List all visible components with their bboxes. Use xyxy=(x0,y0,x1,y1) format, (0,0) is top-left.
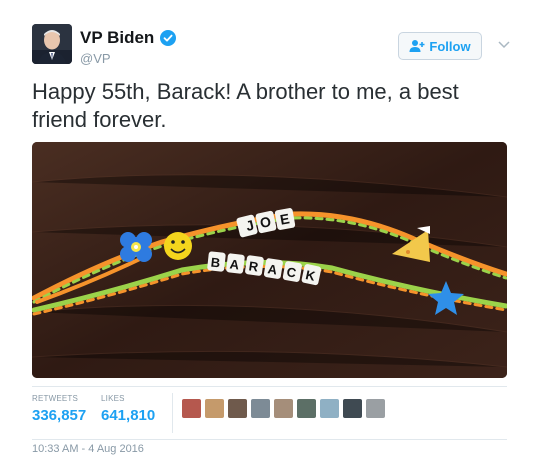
profile-photo xyxy=(32,24,72,64)
liker-avatar[interactable] xyxy=(343,399,362,418)
liker-avatar[interactable] xyxy=(366,399,385,418)
tweet-stats: RETWEETS 336,857 LIKES 641,810 xyxy=(32,386,507,440)
retweets-stat[interactable]: RETWEETS 336,857 xyxy=(32,394,86,424)
follow-button[interactable]: Follow xyxy=(398,32,482,60)
tweet-photo[interactable]: J O E B A R A C K xyxy=(32,142,507,378)
author-handle[interactable]: @VP xyxy=(80,51,176,66)
smiley-bead-icon xyxy=(164,232,192,260)
tweet-text: Happy 55th, Barack! A brother to me, a b… xyxy=(32,79,459,132)
likes-label: LIKES xyxy=(101,394,125,403)
avatar[interactable] xyxy=(32,24,72,64)
author-name[interactable]: VP Biden xyxy=(80,28,154,48)
liker-avatar[interactable] xyxy=(274,399,293,418)
chevron-down-icon[interactable] xyxy=(496,36,512,52)
liker-avatar[interactable] xyxy=(251,399,270,418)
bead-letter-b: B xyxy=(210,255,221,271)
author-block: VP Biden @VP xyxy=(80,28,177,66)
liker-avatar[interactable] xyxy=(228,399,247,418)
follow-button-label: Follow xyxy=(429,38,471,54)
tweet-timestamp[interactable]: 10:33 AM - 4 Aug 2016 xyxy=(32,443,144,455)
liker-avatars xyxy=(182,399,385,418)
retweets-count: 336,857 xyxy=(32,407,87,424)
likes-count: 641,810 xyxy=(101,407,156,424)
stats-divider xyxy=(172,393,173,433)
bracelet-photo: J O E B A R A C K xyxy=(32,142,507,378)
likes-stat[interactable]: LIKES 641,810 xyxy=(101,394,155,424)
retweets-label: RETWEETS xyxy=(32,394,79,403)
add-user-icon xyxy=(409,40,425,52)
liker-avatar[interactable] xyxy=(205,399,224,418)
liker-avatar[interactable] xyxy=(297,399,316,418)
liker-avatar[interactable] xyxy=(320,399,339,418)
liker-avatar[interactable] xyxy=(182,399,201,418)
verified-badge-icon xyxy=(160,30,177,46)
